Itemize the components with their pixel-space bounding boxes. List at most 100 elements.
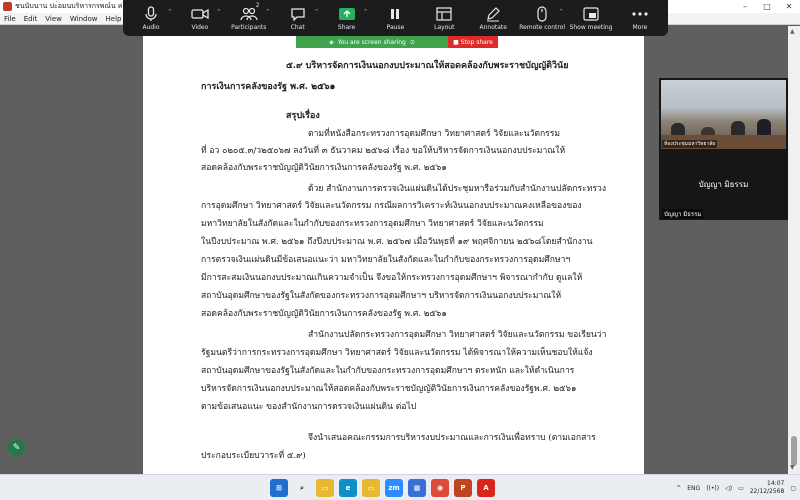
chevron-up-icon[interactable]: ^ (676, 485, 681, 492)
vertical-scrollbar[interactable]: ▲ ▼ (788, 26, 800, 474)
windows-start-icon[interactable]: ⊞ (270, 479, 288, 497)
security-icon: ⊙ (409, 38, 415, 46)
menu-edit[interactable]: Edit (20, 15, 42, 23)
app-icon (3, 2, 12, 11)
clock[interactable]: 14:07 22/12/2568 (750, 480, 785, 496)
microphone-icon (144, 5, 158, 23)
body-line: สถาบันอุดมศึกษาของรัฐในสังกัดของกระทรวงก… (201, 291, 562, 301)
file-explorer2-icon[interactable]: ▭ (362, 479, 380, 497)
participant-name-tag: บัญญา มิธรรม (662, 209, 704, 219)
body-line: การตรวจเงินแผ่นดินมีข้อเสนอแนะว่า มหาวิท… (201, 255, 571, 265)
participants-label: Participants (231, 24, 267, 31)
body-line: สอดคล้องกับพระราชบัญญัติวินัยการเงินการค… (201, 163, 447, 173)
show-meeting-label: Show meeting (569, 24, 613, 31)
body-line: ด้วย สำนักงานการตรวจเงินแผ่นดินได้ประชุม… (308, 184, 607, 194)
chevron-up-icon[interactable]: ^ (217, 9, 221, 15)
participants-button[interactable]: 2 ^ Participants (225, 0, 273, 36)
zoom-meeting-toolbar: ^ Audio ^ Video 2 ^ Participants ^ Chat … (123, 0, 668, 36)
file-explorer-icon[interactable]: ▭ (316, 479, 334, 497)
body-line: สถาบันอุดมศึกษาของรัฐในสังกัดและในกำกับข… (201, 366, 575, 376)
layout-label: Layout (434, 24, 455, 31)
menu-window[interactable]: Window (66, 15, 102, 23)
sharing-status: ◈ You are screen sharing ⊙ (296, 36, 448, 48)
pause-icon (389, 5, 401, 23)
share-button[interactable]: ^ Share (323, 0, 371, 36)
stop-share-button[interactable]: ■ Stop share (448, 36, 498, 48)
stop-icon: ■ (453, 38, 461, 46)
scrollbar-thumb[interactable] (791, 436, 797, 466)
maximize-button[interactable]: □ (756, 0, 778, 13)
remote-control-button[interactable]: ^ Remote control (518, 0, 566, 36)
body-line: มีการสะสมเงินนอกงบประมาณเกินความจำเป็น จ… (201, 273, 583, 283)
zoom-app-icon[interactable]: zm (385, 479, 403, 497)
mouse-icon (536, 5, 548, 23)
participant-count: 2 (255, 2, 260, 9)
wifi-icon[interactable]: ((•)) (706, 485, 719, 492)
audio-button[interactable]: ^ Audio (127, 0, 175, 36)
shield-icon: ◈ (329, 38, 334, 46)
agenda-heading-line2: การเงินการคลังของรัฐ พ.ศ. ๒๕๖๑ (201, 82, 336, 92)
search-icon[interactable]: ⌕ (293, 479, 311, 497)
more-button[interactable]: More (616, 0, 664, 36)
menu-view[interactable]: View (41, 15, 66, 23)
share-screen-icon (338, 5, 355, 23)
speaker-icon[interactable]: ◁) (725, 485, 732, 492)
body-line: ตามที่หนังสือกระทรวงการอุดมศึกษา วิทยาศา… (308, 129, 561, 139)
meeting-window-icon (583, 5, 599, 23)
scroll-up-icon[interactable]: ▲ (790, 28, 795, 35)
stop-share-label: Stop share (460, 38, 493, 46)
chevron-up-icon[interactable]: ^ (314, 9, 318, 15)
show-meeting-button[interactable]: Show meeting (567, 0, 615, 36)
minimize-button[interactable]: – (734, 0, 756, 13)
audio-label: Audio (142, 24, 160, 31)
pause-share-button[interactable]: Pause (371, 0, 419, 36)
edge-browser-icon[interactable]: e (339, 479, 357, 497)
share-label: Share (337, 24, 356, 31)
participant-video-tile[interactable]: ห้องประชุมมหาวิทยาลัย บัญญา มิธรรม บัญญา… (659, 78, 788, 220)
chevron-up-icon[interactable]: ^ (363, 9, 367, 15)
video-button[interactable]: ^ Video (176, 0, 224, 36)
body-line: บริหารจัดการเงินนอกงบประมาณให้สอดคล้องกั… (201, 384, 577, 394)
scroll-down-icon[interactable]: ▼ (790, 464, 795, 471)
layout-button[interactable]: Layout (420, 0, 468, 36)
body-line: มหาวิทยาลัยในสังกัดและในกำกับของกระทรวงก… (201, 219, 544, 229)
sharing-status-text: You are screen sharing (337, 38, 406, 46)
close-button[interactable]: ✕ (778, 0, 800, 13)
summary-title: สรุปเรื่อง (286, 111, 320, 121)
windows-taskbar: ⊞ ⌕ ▭ e ▭ zm ▦ ◉ P A ^ ENG ((•)) ◁) ▭ 14:07 22/12… (0, 474, 800, 500)
chevron-up-icon[interactable]: ^ (168, 9, 172, 15)
menu-file[interactable]: File (0, 15, 20, 23)
menu-help[interactable]: Help (102, 15, 126, 23)
body-line: การอุดมศึกษา วิทยาศาสตร์ วิจัยและนวัตกรร… (201, 201, 582, 211)
body-line: ในปีงบประมาณ พ.ศ. ๒๕๖๑ ถึงปีงบประมาณ พ.ศ… (201, 237, 593, 247)
annotate-label: Annotate (479, 24, 507, 31)
chevron-up-icon[interactable]: ^ (266, 9, 270, 15)
chat-button[interactable]: ^ Chat (274, 0, 322, 36)
annotate-pen-icon (485, 5, 501, 23)
body-line: ที่ อว ๐๒๐๕.๓/ว๒๕๐๖๗ ลงวันที่ ๓ ธันวาคม … (201, 146, 566, 156)
store-icon[interactable]: ▦ (408, 479, 426, 497)
participant-name: บัญญา มิธรรม (698, 180, 749, 189)
more-label: More (632, 24, 648, 31)
powerpoint-icon[interactable]: P (454, 479, 472, 497)
battery-icon[interactable]: ▭ (738, 485, 744, 492)
taskbar-apps: ⊞ ⌕ ▭ e ▭ zm ▦ ◉ P A (270, 479, 495, 497)
edit-pen-icon[interactable]: ✎ (8, 439, 25, 456)
body-line: จึงนำเสนอคณะกรรมการบริหารงบประมาณและการเ… (308, 433, 596, 443)
pdf-reader-icon[interactable]: A (477, 479, 495, 497)
notification-icon[interactable]: ▢ (790, 485, 796, 492)
language-indicator[interactable]: ENG (687, 485, 700, 492)
share-arrow (338, 8, 355, 20)
video-camera-icon (191, 5, 209, 23)
video-label: Video (191, 24, 209, 31)
time: 14:07 (767, 480, 785, 487)
system-tray: ^ ENG ((•)) ◁) ▭ 14:07 22/12/2568 ▢ (676, 475, 796, 500)
chevron-up-icon[interactable]: ^ (559, 9, 563, 15)
chat-icon (290, 5, 306, 23)
window-controls: – □ ✕ (734, 0, 800, 13)
annotate-button[interactable]: Annotate (469, 0, 517, 36)
more-icon (632, 5, 648, 23)
date: 22/12/2568 (749, 488, 785, 495)
chrome-icon[interactable]: ◉ (431, 479, 449, 497)
screen-share-banner: ◈ You are screen sharing ⊙ ■ Stop share (296, 36, 498, 48)
